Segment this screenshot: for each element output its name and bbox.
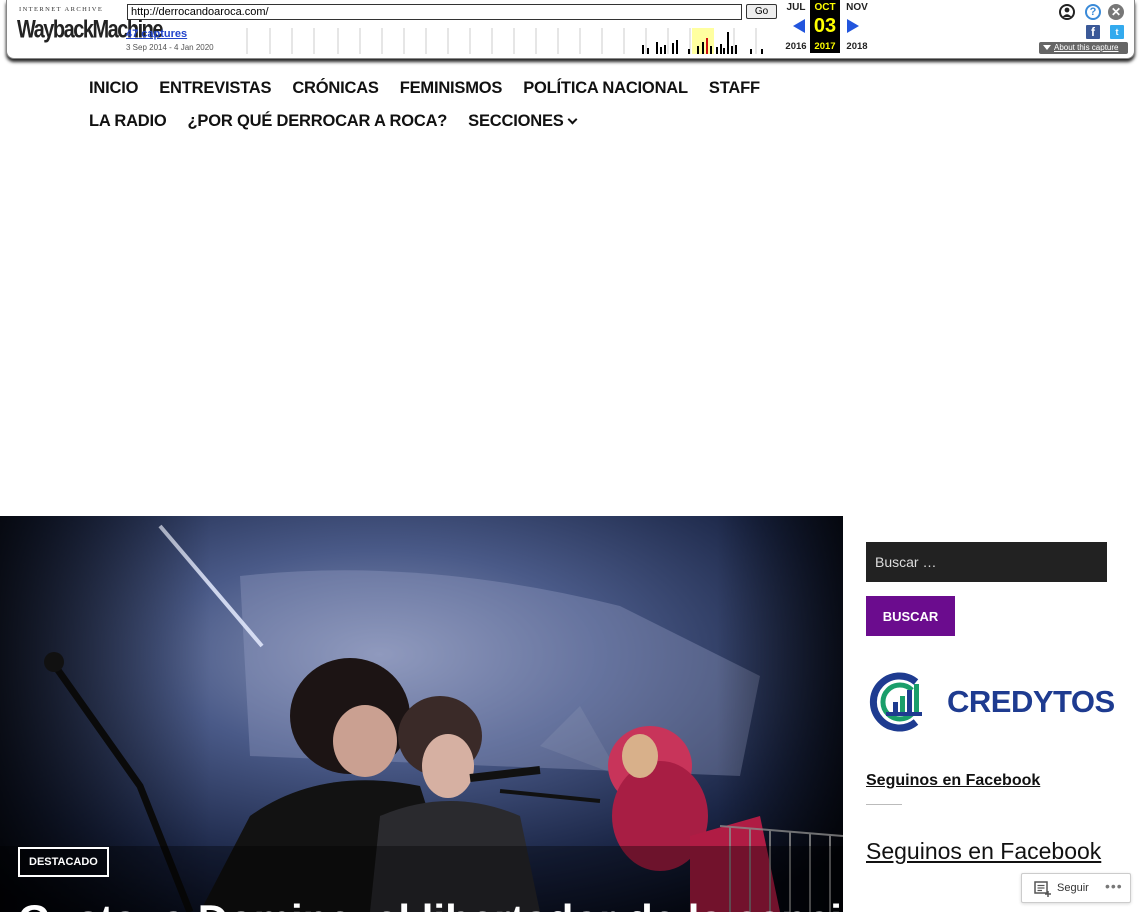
wayback-toolbar: INTERNET ARCHIVE WaybackMachine Go 47 ca… — [6, 0, 1135, 59]
more-options-icon[interactable]: ••• — [1105, 878, 1123, 894]
facebook-page-link[interactable]: Seguinos en Facebook — [866, 838, 1101, 865]
credytos-logo-text: CREDYTOS — [947, 684, 1115, 719]
current-capture-date: OCT 03 2017 — [810, 0, 840, 53]
logo-internet-archive: INTERNET ARCHIVE — [19, 6, 104, 13]
featured-post-title[interactable]: Gustavo Domine, el libertador de la canc… — [18, 896, 843, 912]
chevron-down-icon — [567, 114, 578, 125]
user-account-icon[interactable] — [1059, 4, 1075, 20]
nav-row-2: LA RADIO ¿POR QUÉ DERROCAR A ROCA? SECCI… — [89, 105, 760, 138]
twitter-share-icon[interactable]: t — [1110, 25, 1124, 39]
help-icon[interactable]: ? — [1085, 4, 1101, 20]
nav-item-politica-nacional[interactable]: POLÍTICA NACIONAL — [523, 79, 688, 98]
follow-label: Seguir — [1057, 882, 1089, 894]
nav-row-1: INICIO ENTREVISTAS CRÓNICAS FEMINISMOS P… — [89, 72, 760, 105]
featured-post-image — [0, 516, 843, 912]
triangle-down-icon — [1043, 45, 1051, 50]
nav-item-entrevistas[interactable]: ENTREVISTAS — [159, 79, 271, 98]
nav-item-cronicas[interactable]: CRÓNICAS — [292, 79, 379, 98]
close-icon[interactable]: ✕ — [1108, 4, 1124, 20]
featured-post[interactable]: DESTACADO Gustavo Domine, el libertador … — [0, 516, 843, 912]
search-button[interactable]: BUSCAR — [866, 596, 955, 636]
follow-button[interactable]: Seguir ••• — [1021, 873, 1131, 903]
credytos-logo-icon — [869, 672, 922, 732]
nav-item-feminismos[interactable]: FEMINISMOS — [400, 79, 503, 98]
main-navigation: INICIO ENTREVISTAS CRÓNICAS FEMINISMOS P… — [89, 72, 760, 138]
search-input[interactable] — [866, 542, 1107, 582]
next-month[interactable]: NOV 2018 — [842, 0, 872, 52]
nav-item-secciones[interactable]: SECCIONES — [468, 112, 578, 131]
prev-month[interactable]: JUL 2016 — [781, 0, 811, 52]
nav-item-por-que-derrocar[interactable]: ¿POR QUÉ DERROCAR A ROCA? — [188, 112, 448, 131]
logo-wayback-machine: WaybackMachine — [17, 16, 163, 44]
credytos-ad-banner[interactable]: CREDYTOS — [866, 672, 1115, 732]
nav-item-inicio[interactable]: INICIO — [89, 79, 138, 98]
capture-sparkline[interactable] — [222, 28, 780, 54]
next-capture-arrow-icon[interactable] — [847, 19, 859, 33]
go-button[interactable]: Go — [746, 4, 777, 19]
capture-date-range: 3 Sep 2014 - 4 Jan 2020 — [126, 43, 214, 52]
follow-reader-icon — [1034, 881, 1051, 897]
prev-capture-arrow-icon[interactable] — [793, 19, 805, 33]
facebook-share-icon[interactable]: f — [1086, 25, 1100, 39]
url-input[interactable] — [127, 4, 742, 20]
wayback-logo[interactable]: INTERNET ARCHIVE WaybackMachine — [17, 6, 163, 46]
about-capture-button[interactable]: About this capture — [1039, 42, 1128, 54]
divider — [866, 804, 902, 805]
category-badge[interactable]: DESTACADO — [18, 847, 109, 877]
captures-link[interactable]: 47 captures — [126, 28, 187, 40]
nav-item-staff[interactable]: STAFF — [709, 79, 760, 98]
facebook-widget-heading[interactable]: Seguinos en Facebook — [866, 772, 1040, 790]
nav-item-la-radio[interactable]: LA RADIO — [89, 112, 167, 131]
